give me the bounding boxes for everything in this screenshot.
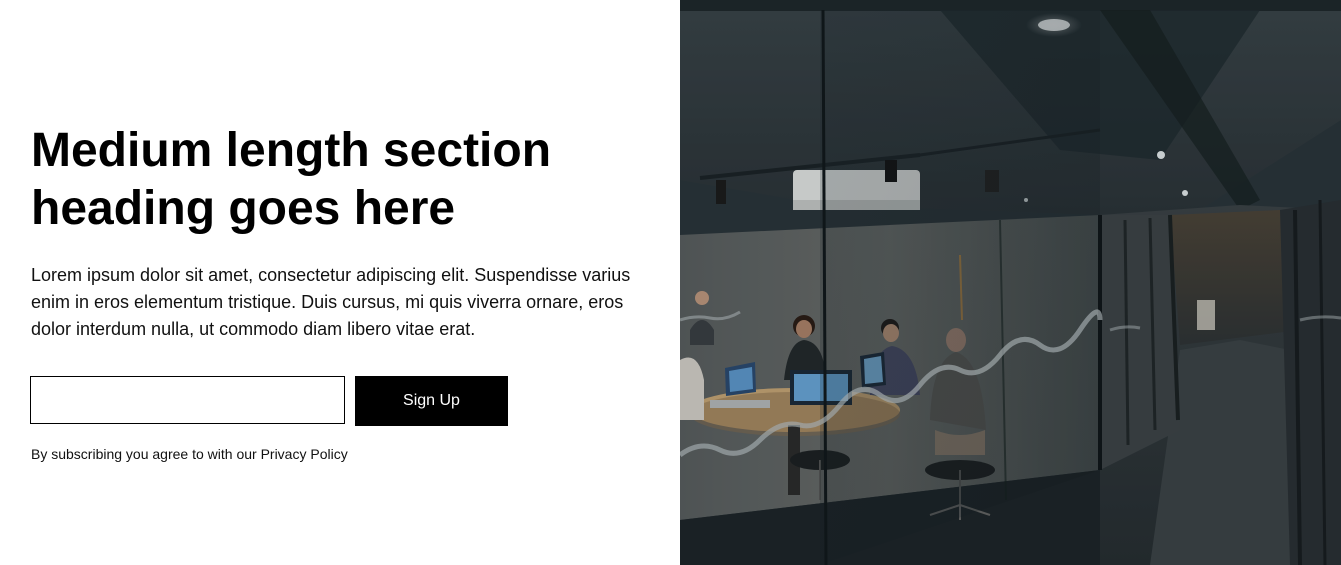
section-heading: Medium length section heading goes here: [31, 124, 552, 235]
email-input[interactable]: [30, 376, 345, 424]
sign-up-button[interactable]: Sign Up: [355, 376, 508, 426]
office-photo: [680, 0, 1341, 565]
privacy-disclaimer: By subscribing you agree to with our Pri…: [31, 446, 348, 462]
hero-text-column: Medium length section heading goes here …: [0, 0, 680, 565]
section-body-text: Lorem ipsum dolor sit amet, consectetur …: [31, 265, 631, 339]
signup-form: Sign Up: [30, 376, 508, 426]
hero-image: [680, 0, 1341, 565]
page: Medium length section heading goes here …: [0, 0, 1341, 565]
